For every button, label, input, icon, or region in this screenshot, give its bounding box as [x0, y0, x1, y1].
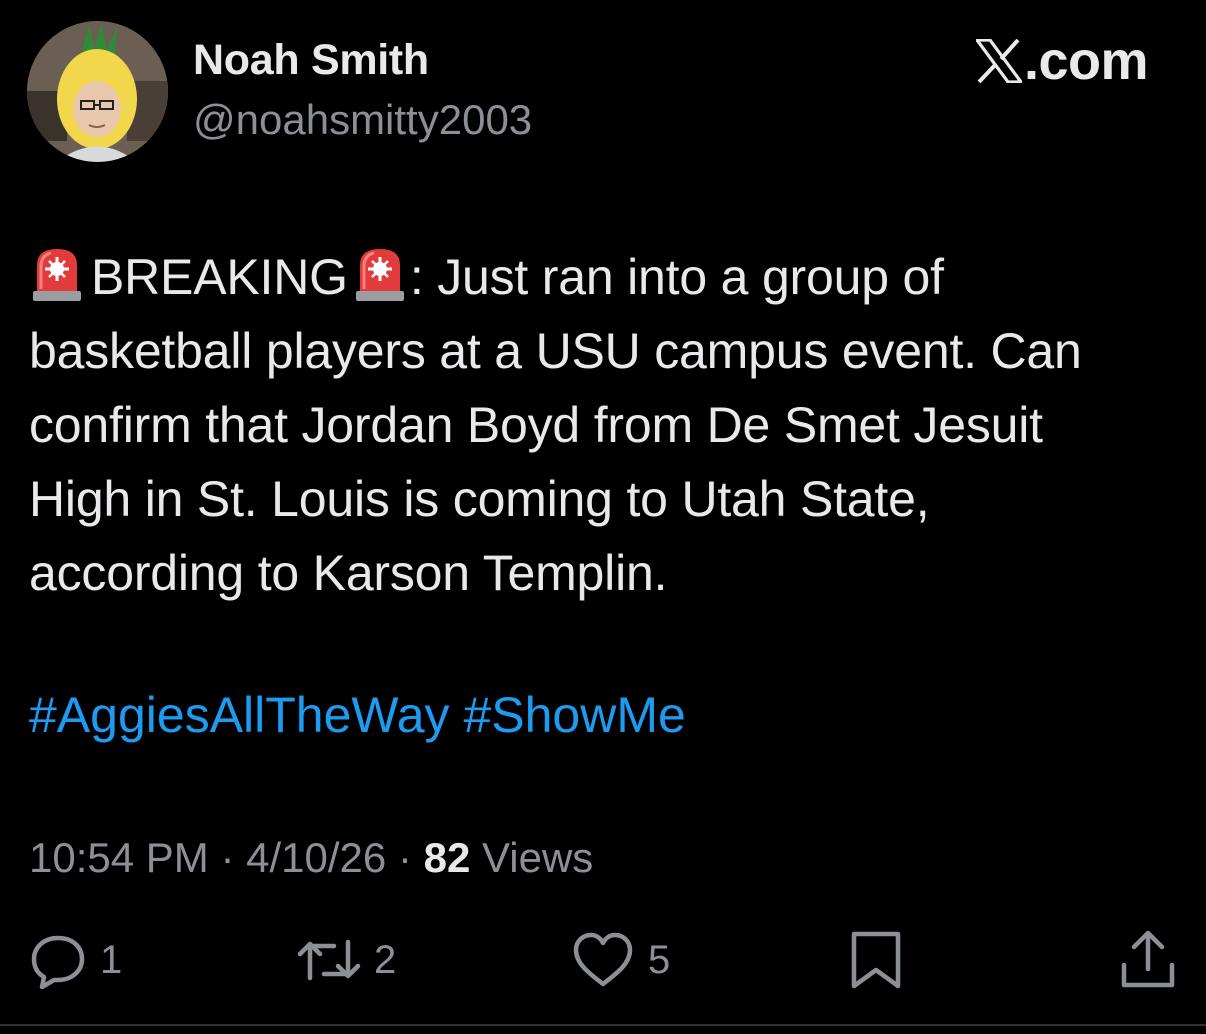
hashtag-link[interactable]: #AggiesAllTheWay — [29, 687, 450, 743]
tweet-line: High in St. Louis is coming to Utah Stat… — [29, 471, 930, 527]
bookmark-icon — [848, 930, 904, 990]
hashtag-link[interactable]: #ShowMe — [463, 687, 685, 743]
repost-count: 2 — [374, 937, 397, 982]
tweet-meta: 10:54 PM · 4/10/26 · 82 Views — [29, 834, 593, 882]
reply-icon — [28, 930, 88, 990]
tweet-text-segment: : Just ran into a group of — [409, 249, 944, 305]
tweet-line: confirm that Jordan Boyd from De Smet Je… — [29, 397, 1043, 453]
action-bar: 1 2 5 — [0, 924, 1206, 1004]
views-count: 82 — [423, 834, 471, 881]
share-icon — [1118, 929, 1178, 991]
x-logo-icon — [975, 39, 1022, 83]
tweet-line: BREAKING : Just ran into a group of — [29, 240, 1179, 314]
author-handle[interactable]: @noahsmitty2003 — [193, 96, 532, 144]
repost-button[interactable]: 2 — [296, 924, 396, 996]
like-count: 5 — [648, 937, 671, 982]
heart-icon — [570, 930, 636, 990]
police-siren-icon — [29, 245, 85, 303]
bookmark-button[interactable] — [848, 924, 904, 996]
divider — [0, 1024, 1206, 1026]
reply-button[interactable]: 1 — [28, 924, 122, 996]
tweet-text: BREAKING : Just ran into a group of bask… — [29, 240, 1179, 610]
reply-count: 1 — [100, 937, 123, 982]
hashtags: #AggiesAllTheWay #ShowMe — [29, 678, 686, 752]
breaking-label: BREAKING — [91, 249, 348, 305]
tweet-line: basketball players at a USU campus event… — [29, 323, 1082, 379]
author-display-name[interactable]: Noah Smith — [193, 36, 429, 85]
share-button[interactable] — [1118, 924, 1178, 996]
tweet-time[interactable]: 10:54 PM — [29, 834, 209, 881]
views-label: Views — [482, 834, 594, 881]
like-button[interactable]: 5 — [570, 924, 670, 996]
meta-separator: · — [397, 834, 412, 881]
repost-icon — [296, 930, 362, 990]
avatar[interactable] — [27, 21, 168, 162]
police-siren-icon — [352, 245, 408, 303]
brand-watermark: .com — [975, 30, 1149, 92]
tweet-date[interactable]: 4/10/26 — [246, 834, 386, 881]
tweet-line: according to Karson Templin. — [29, 545, 668, 601]
meta-separator: · — [220, 834, 235, 881]
brand-label: .com — [1023, 31, 1149, 91]
